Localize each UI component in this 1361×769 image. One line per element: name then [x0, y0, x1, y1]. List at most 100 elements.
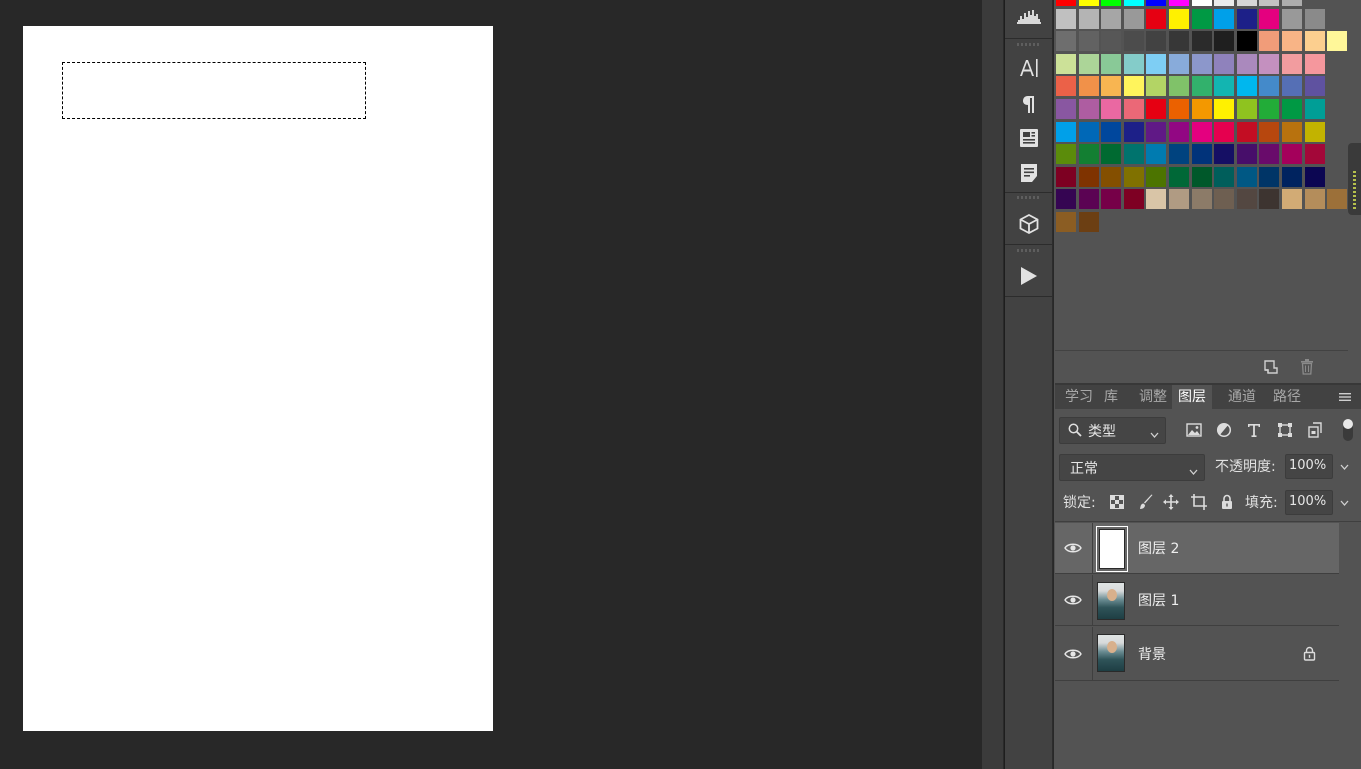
color-swatch[interactable]	[1146, 121, 1167, 142]
color-swatch[interactable]	[1078, 166, 1099, 187]
color-swatch[interactable]	[1214, 99, 1235, 119]
color-swatch[interactable]	[1056, 99, 1076, 119]
color-swatch[interactable]	[1056, 0, 1076, 6]
color-swatch[interactable]	[1078, 99, 1099, 119]
actions-play-icon[interactable]	[1005, 261, 1053, 291]
filter-adjustment-icon[interactable]	[1214, 420, 1234, 440]
color-swatch[interactable]	[1304, 76, 1325, 97]
canvas-area[interactable]	[0, 0, 982, 769]
visibility-eye-icon[interactable]	[1063, 538, 1083, 558]
filter-toggle-switch[interactable]	[1341, 417, 1355, 443]
opacity-dropdown-arrow[interactable]	[1334, 454, 1354, 479]
tab-paths[interactable]: 路径	[1269, 385, 1305, 409]
color-swatch[interactable]	[1304, 189, 1325, 210]
color-swatch[interactable]	[1191, 166, 1212, 187]
color-swatch[interactable]	[1304, 99, 1325, 119]
color-swatch[interactable]	[1191, 99, 1212, 119]
color-swatch[interactable]	[1078, 76, 1099, 97]
color-swatch[interactable]	[1259, 0, 1280, 6]
layer-row[interactable]: 图层 1	[1055, 575, 1339, 626]
color-swatch[interactable]	[1078, 121, 1099, 142]
color-swatch[interactable]	[1146, 53, 1167, 74]
color-swatch[interactable]	[1191, 8, 1212, 29]
marquee-selection[interactable]	[62, 62, 366, 119]
color-swatch[interactable]	[1123, 0, 1144, 6]
color-swatch[interactable]	[1327, 189, 1348, 210]
color-swatch[interactable]	[1214, 31, 1235, 52]
color-swatch[interactable]	[1056, 144, 1076, 165]
color-swatch[interactable]	[1259, 99, 1280, 119]
new-swatch-icon[interactable]	[1262, 358, 1280, 376]
color-swatch[interactable]	[1327, 31, 1348, 52]
color-swatch[interactable]	[1259, 144, 1280, 165]
color-swatch[interactable]	[1078, 31, 1099, 52]
color-swatch[interactable]	[1078, 53, 1099, 74]
lock-icon[interactable]	[1303, 646, 1316, 665]
color-swatch[interactable]	[1236, 144, 1257, 165]
layer-row[interactable]: 背景	[1055, 627, 1339, 681]
color-swatch[interactable]	[1214, 8, 1235, 29]
color-swatch[interactable]	[1101, 99, 1122, 119]
color-swatch[interactable]	[1101, 0, 1122, 6]
color-swatch[interactable]	[1236, 8, 1257, 29]
tab-layers[interactable]: 图层	[1172, 385, 1212, 409]
color-swatch[interactable]	[1169, 31, 1189, 52]
color-swatch[interactable]	[1146, 76, 1167, 97]
color-swatch[interactable]	[1191, 31, 1212, 52]
color-swatch[interactable]	[1056, 8, 1076, 29]
color-swatch[interactable]	[1101, 166, 1122, 187]
color-swatch[interactable]	[1123, 31, 1144, 52]
color-swatch[interactable]	[1282, 8, 1302, 29]
color-swatch[interactable]	[1259, 76, 1280, 97]
color-swatch[interactable]	[1056, 166, 1076, 187]
color-swatch[interactable]	[1236, 121, 1257, 142]
tab-learn[interactable]: 学习	[1058, 385, 1100, 409]
color-swatch[interactable]	[1056, 76, 1076, 97]
color-swatch[interactable]	[1236, 166, 1257, 187]
color-swatch[interactable]	[1146, 0, 1167, 6]
color-swatch[interactable]	[1123, 166, 1144, 187]
lock-position-icon[interactable]	[1161, 492, 1181, 512]
color-swatch[interactable]	[1191, 121, 1212, 142]
color-swatch[interactable]	[1282, 53, 1302, 74]
color-swatch[interactable]	[1191, 0, 1212, 6]
filter-shape-icon[interactable]	[1275, 420, 1295, 440]
color-swatch[interactable]	[1259, 53, 1280, 74]
color-swatch[interactable]	[1304, 53, 1325, 74]
color-swatch[interactable]	[1146, 8, 1167, 29]
lock-artboard-icon[interactable]	[1189, 492, 1209, 512]
color-swatch[interactable]	[1259, 8, 1280, 29]
lock-all-icon[interactable]	[1217, 492, 1237, 512]
color-swatch[interactable]	[1169, 121, 1189, 142]
color-swatch[interactable]	[1282, 121, 1302, 142]
color-swatch[interactable]	[1259, 189, 1280, 210]
color-swatch[interactable]	[1214, 166, 1235, 187]
color-swatch[interactable]	[1169, 0, 1189, 6]
color-swatch[interactable]	[1056, 53, 1076, 74]
color-swatch[interactable]	[1214, 53, 1235, 74]
color-swatch[interactable]	[1123, 144, 1144, 165]
color-swatch[interactable]	[1259, 121, 1280, 142]
color-swatch[interactable]	[1304, 121, 1325, 142]
layer-row[interactable]: 图层 2	[1055, 523, 1339, 574]
3d-icon[interactable]	[1005, 209, 1053, 239]
paragraph-styles-icon[interactable]	[1005, 123, 1053, 153]
color-swatch[interactable]	[1191, 53, 1212, 74]
color-swatch[interactable]	[1236, 76, 1257, 97]
histogram-icon[interactable]	[1005, 1, 1053, 31]
color-swatch[interactable]	[1214, 76, 1235, 97]
visibility-eye-icon[interactable]	[1063, 590, 1083, 610]
color-swatch[interactable]	[1282, 31, 1302, 52]
color-swatch[interactable]	[1214, 0, 1235, 6]
color-swatch[interactable]	[1101, 121, 1122, 142]
color-swatch[interactable]	[1056, 31, 1076, 52]
color-swatch[interactable]	[1214, 121, 1235, 142]
fill-dropdown-arrow[interactable]	[1334, 490, 1354, 515]
color-swatch[interactable]	[1236, 0, 1257, 6]
color-swatch[interactable]	[1169, 53, 1189, 74]
color-swatch[interactable]	[1214, 144, 1235, 165]
color-swatch[interactable]	[1123, 121, 1144, 142]
color-swatch[interactable]	[1078, 0, 1099, 6]
character-styles-icon[interactable]	[1005, 158, 1053, 188]
color-swatch[interactable]	[1078, 144, 1099, 165]
